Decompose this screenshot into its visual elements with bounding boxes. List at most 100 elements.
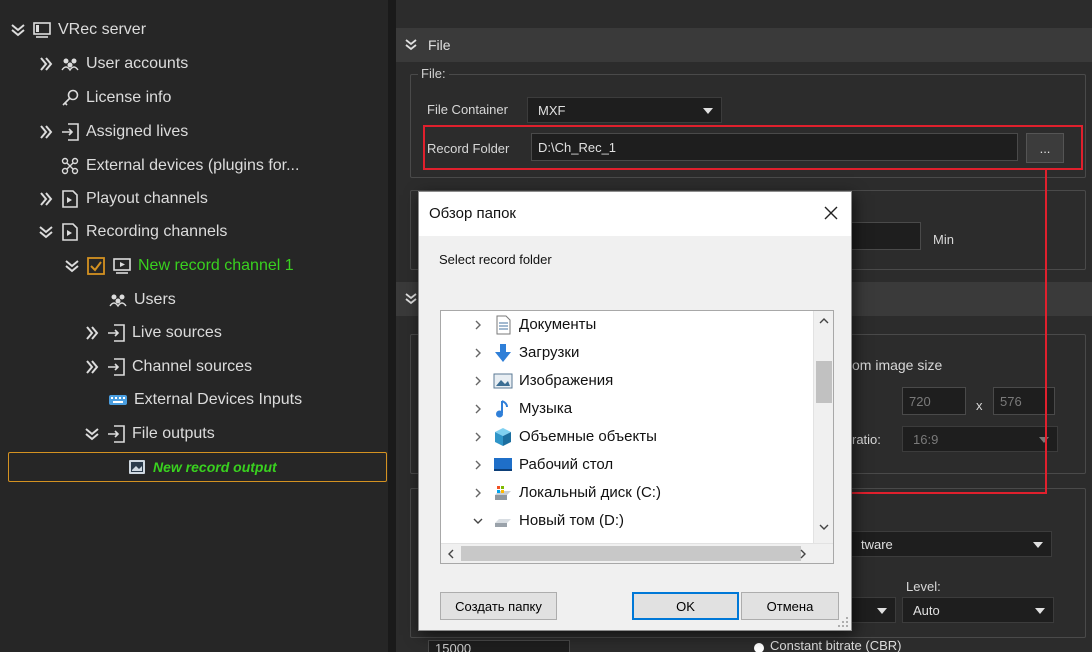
bitrate-input[interactable]: 15000 (428, 640, 570, 652)
folder-label: Локальный диск (C:) (519, 484, 661, 501)
chevron-down-icon[interactable] (472, 515, 484, 527)
output-icon (108, 425, 125, 443)
tree-item-label: Channel sources (132, 358, 253, 375)
chevron-right-icon[interactable] (472, 459, 484, 471)
chevron-right-icon[interactable] (472, 347, 484, 359)
height-value: 576 (1000, 393, 1022, 409)
level-label: Level: (906, 579, 941, 594)
tree-item-assigned-lives[interactable]: Assigned lives (38, 117, 188, 147)
tree-item-label: VRec server (58, 21, 147, 38)
folder-label: Новый том (D:) (519, 512, 624, 529)
vertical-scrollbar[interactable] (813, 311, 833, 545)
scroll-left-icon[interactable] (445, 548, 457, 560)
local-disk-icon (495, 486, 511, 500)
folder-label: Загрузки (519, 344, 580, 361)
tree-item-vrec-server[interactable]: VRec server (10, 15, 146, 45)
dialog-title: Обзор папок (429, 205, 516, 222)
tree-item-live-sources[interactable]: Live sources (84, 318, 222, 348)
tree-item-label: External devices (plugins for... (86, 157, 300, 174)
scrollbar-thumb[interactable] (461, 546, 801, 561)
pictures-icon (493, 373, 513, 389)
tree-item-license-info[interactable]: License info (60, 83, 171, 113)
folder-item[interactable]: Объемные объекты (441, 423, 815, 451)
scroll-up-icon[interactable] (818, 315, 830, 327)
level-value: Auto (913, 602, 940, 618)
chevron-right-icon[interactable] (472, 487, 484, 499)
folder-item[interactable]: Рабочий стол (441, 451, 815, 479)
file-container-select[interactable]: MXF (527, 97, 722, 123)
encoder-select[interactable]: tware (850, 531, 1052, 557)
tree-item-recording-channels[interactable]: Recording channels (38, 217, 227, 247)
chevron-right-icon[interactable] (472, 319, 484, 331)
tree-item-file-outputs[interactable]: File outputs (84, 419, 215, 449)
cbr-label: Constant bitrate (CBR) (770, 638, 902, 652)
drive-icon (495, 519, 511, 527)
tree-item-new-record-output[interactable]: New record output (8, 452, 387, 482)
tree-item-label: File outputs (132, 425, 215, 442)
folder-label: Изображения (519, 372, 614, 389)
dialog-titlebar[interactable]: Обзор папок (419, 192, 851, 236)
encoder-value: tware (861, 536, 893, 552)
chevron-down-icon[interactable] (404, 292, 418, 306)
new-folder-button[interactable]: Создать папку (440, 592, 557, 620)
folder-item[interactable]: Музыка (441, 395, 815, 423)
level-select[interactable]: Auto (902, 597, 1054, 623)
chevron-down-icon[interactable] (64, 258, 80, 274)
folder-item[interactable]: Новый том (D:) (441, 507, 815, 535)
cbr-radio[interactable] (754, 643, 764, 652)
scrollbar-thumb[interactable] (816, 361, 832, 403)
folder-item[interactable]: Документы (441, 311, 815, 339)
chevron-right-icon[interactable] (472, 375, 484, 387)
tree-item-channel-sources[interactable]: Channel sources (84, 352, 252, 382)
split-minutes-input[interactable] (851, 222, 921, 250)
music-icon (496, 400, 508, 418)
tree-item-new-record-channel[interactable]: New record channel 1 (64, 251, 294, 281)
tree-item-external-devices-inputs[interactable]: External Devices Inputs (108, 385, 302, 415)
tree-item-label: Live sources (132, 324, 222, 341)
folder-item[interactable]: Изображения (441, 367, 815, 395)
annotation-connector (848, 492, 1047, 494)
scroll-right-icon[interactable] (797, 548, 809, 560)
folder-tree[interactable]: Документы Загрузки Изображения Музыка Об… (440, 310, 834, 564)
chevron-right-icon[interactable] (472, 403, 484, 415)
tree-item-users[interactable]: Users (108, 285, 176, 315)
folder-item[interactable]: Загрузки (441, 339, 815, 367)
keyboard-icon (109, 395, 127, 405)
aspect-ratio-select[interactable]: 16:9 (902, 426, 1058, 452)
server-icon (33, 22, 51, 38)
file-group-label: File: (418, 66, 449, 81)
chevron-right-icon[interactable] (84, 359, 100, 375)
checkbox-checked-icon[interactable] (86, 256, 106, 276)
users-icon (61, 58, 79, 72)
horizontal-scrollbar[interactable] (441, 543, 833, 563)
chevron-down-icon[interactable] (404, 38, 418, 52)
chevron-right-icon[interactable] (472, 431, 484, 443)
downloads-icon (495, 344, 511, 362)
chevron-right-icon[interactable] (38, 124, 54, 140)
minutes-label: Min (933, 232, 954, 247)
cancel-button[interactable]: Отмена (741, 592, 839, 620)
custom-image-size-label: om image size (852, 357, 943, 373)
scroll-down-icon[interactable] (818, 521, 830, 533)
file-section-header[interactable]: File (396, 28, 1092, 62)
chevron-down-icon[interactable] (84, 426, 100, 442)
tree-item-external-devices[interactable]: External devices (plugins for... (60, 151, 299, 181)
tree-item-playout-channels[interactable]: Playout channels (38, 184, 208, 214)
width-input[interactable]: 720 (902, 387, 966, 415)
splitter[interactable] (388, 0, 396, 652)
ok-button[interactable]: OK (632, 592, 739, 620)
tree-item-label: Playout channels (86, 190, 208, 207)
chevron-right-icon[interactable] (38, 56, 54, 72)
profile-select[interactable] (850, 597, 896, 623)
close-icon[interactable] (821, 203, 841, 223)
dropdown-arrow-icon (1033, 542, 1043, 548)
chevron-right-icon[interactable] (38, 191, 54, 207)
tree-item-label: External Devices Inputs (134, 391, 303, 408)
chevron-down-icon[interactable] (10, 22, 26, 38)
folder-item[interactable]: Локальный диск (C:) (441, 479, 815, 507)
chevron-right-icon[interactable] (84, 325, 100, 341)
record-output-icon (129, 460, 145, 474)
chevron-down-icon[interactable] (38, 224, 54, 240)
tree-item-user-accounts[interactable]: User accounts (38, 49, 188, 79)
resize-grip-icon[interactable] (837, 616, 849, 628)
